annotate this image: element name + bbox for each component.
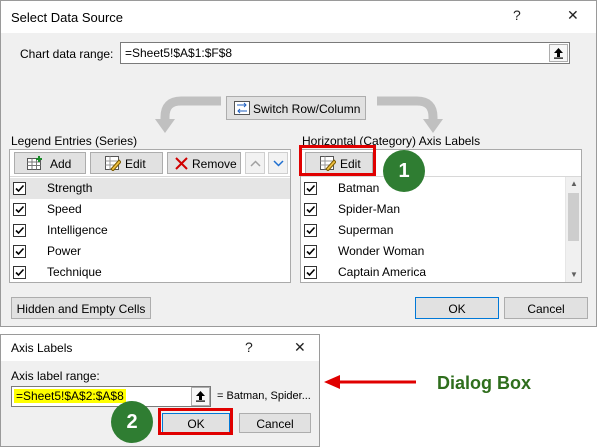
axis-dialog-title: Axis Labels [11,341,73,355]
legend-entries-title: Legend Entries (Series) [11,134,138,148]
collapse-dialog-icon[interactable] [549,44,568,62]
axis-cancel-button[interactable]: Cancel [239,413,311,433]
hidden-empty-cells-button[interactable]: Hidden and Empty Cells [11,297,151,319]
list-item[interactable]: Spider-Man [301,199,581,220]
axis-range-value: =Sheet5!$A$2:$A$8 [14,389,126,403]
chevron-up-icon [250,160,261,167]
list-item[interactable]: Batman [301,178,581,199]
list-item-label: Superman [338,223,394,237]
ok-label: OK [448,302,466,316]
list-item-label: Power [47,244,82,258]
list-item[interactable]: Captain America [301,262,581,283]
cancel-button[interactable]: Cancel [504,297,588,319]
switch-icon [234,101,250,115]
step-badge-2: 2 [111,401,153,443]
cancel-label: Cancel [527,302,565,316]
highlight-frame-edit [299,145,376,176]
highlight-frame-ok [158,408,233,435]
list-item-label: Speed [47,202,82,216]
list-item[interactable]: Power [10,241,290,262]
axis-close-button[interactable]: ✕ [294,339,306,356]
move-down-button[interactable] [268,152,288,174]
list-item-label: Intelligence [47,223,108,237]
checkbox[interactable] [304,182,317,195]
list-item[interactable]: Superman [301,220,581,241]
axis-range-label: Axis label range: [11,369,100,383]
dialog-box-annotation: Dialog Box [437,373,532,393]
scroll-up-arrow-icon[interactable]: ▲ [566,177,582,191]
checkbox[interactable] [304,266,317,279]
legend-toolbar: Add Edit Remove [10,150,290,177]
axis-dialog-title-bar: Axis Labels ? ✕ [1,335,319,361]
remove-label: Remove [192,157,237,171]
list-item[interactable]: Intelligence [10,220,290,241]
list-item[interactable]: Speed [10,199,290,220]
checkbox[interactable] [13,224,26,237]
curved-arrow-left-icon [155,96,221,133]
remove-series-button[interactable]: Remove [167,152,241,174]
edit-series-button[interactable]: Edit [90,152,163,174]
axis-cancel-label: Cancel [256,417,294,431]
list-item-label: Captain America [338,265,427,279]
list-item-label: Technique [47,265,102,279]
legend-entries-panel: Add Edit Remove Strength Speed Intellige… [9,149,291,283]
category-scrollbar[interactable]: ▲ ▼ [565,177,581,282]
chart-range-label: Chart data range: [20,47,114,61]
list-item-label: Wonder Woman [338,244,425,258]
add-table-icon [27,156,42,170]
remove-x-icon [175,157,188,170]
checkbox[interactable] [13,245,26,258]
checkbox[interactable] [304,245,317,258]
list-item-label: Spider-Man [338,202,401,216]
edit-table-icon [105,156,121,171]
step-badge-1: 1 [383,150,425,192]
list-item-label: Strength [47,181,93,195]
list-item[interactable]: Strength [10,178,290,199]
scroll-thumb[interactable] [568,193,579,241]
axis-collapse-icon[interactable] [191,387,210,406]
checkbox[interactable] [304,224,317,237]
checkbox[interactable] [13,182,26,195]
checkbox[interactable] [13,203,26,216]
list-item-label: Batman [338,181,380,195]
chart-range-field[interactable]: =Sheet5!$A$1:$F$8 [120,42,570,64]
add-label: Add [50,157,72,171]
axis-help-button[interactable]: ? [245,339,253,355]
list-item[interactable]: Wonder Woman [301,241,581,262]
curved-arrow-right-icon [377,96,443,133]
dialog-title: Select Data Source [11,10,124,25]
scroll-down-arrow-icon[interactable]: ▼ [566,268,582,282]
checkbox[interactable] [304,203,317,216]
help-button[interactable]: ? [513,7,521,23]
checkbox[interactable] [13,266,26,279]
switch-row-column-button[interactable]: Switch Row/Column [226,96,366,120]
ok-button[interactable]: OK [415,297,499,319]
title-bar: Select Data Source ? ✕ [1,1,596,33]
add-series-button[interactable]: Add [14,152,86,174]
hidden-empty-cells-label: Hidden and Empty Cells [16,302,146,316]
chevron-down-icon [273,160,284,167]
axis-range-preview: = Batman, Spider... [217,390,311,402]
move-up-button[interactable] [245,152,265,174]
edit-label: Edit [125,157,146,171]
switch-label: Switch Row/Column [253,102,361,116]
red-arrow-icon [324,375,416,389]
chart-range-value: =Sheet5!$A$1:$F$8 [125,46,233,60]
list-item[interactable]: Technique [10,262,290,283]
axis-range-field[interactable]: =Sheet5!$A$2:$A$8 [11,386,211,407]
close-button[interactable]: ✕ [567,7,579,24]
